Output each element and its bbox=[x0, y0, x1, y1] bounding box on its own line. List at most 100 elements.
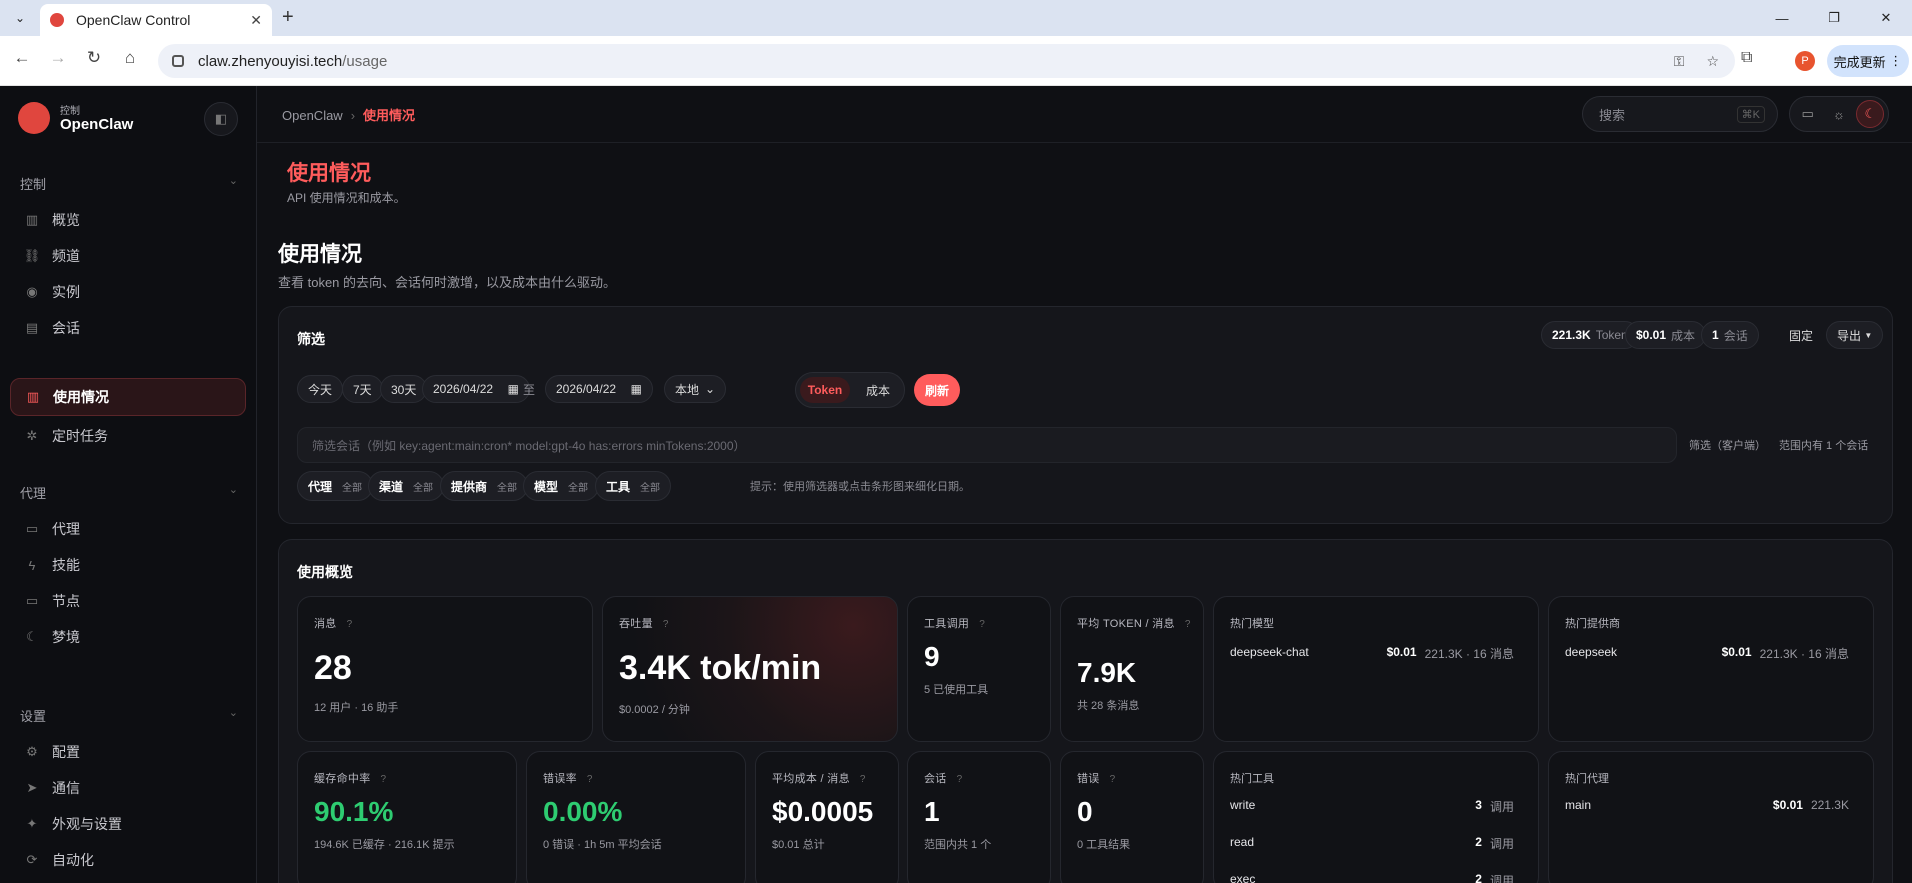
browser-tab[interactable]: OpenClaw Control ✕ bbox=[40, 4, 272, 36]
back-icon[interactable]: ← bbox=[10, 48, 34, 68]
card-sub: 194.6K 已缓存 · 216.1K 提示 bbox=[314, 839, 455, 851]
card-top-tools: 热门工具 write 3 调用 read 2 调用 exec 2 调用 bbox=[1213, 751, 1539, 883]
session-filter-input[interactable]: 筛选会话（例如 key:agent:main:cron* model:gpt-4… bbox=[297, 427, 1677, 463]
timezone-select[interactable]: 本地 ⌄ bbox=[664, 375, 726, 403]
home-icon[interactable]: ⌂ bbox=[118, 48, 142, 68]
sidebar-section-agents[interactable]: 代理 ⌄ bbox=[20, 483, 238, 502]
restore-icon[interactable]: ❐ bbox=[1808, 0, 1860, 36]
password-key-icon[interactable]: ⚿ bbox=[1674, 53, 1685, 70]
sidebar-item-label: 梦境 bbox=[52, 629, 80, 645]
sidebar-item-label: 定时任务 bbox=[52, 428, 108, 444]
card-value: 7.9K bbox=[1077, 657, 1137, 688]
chip-channel[interactable]: 渠道 全部 bbox=[368, 471, 445, 501]
update-button[interactable]: 完成更新 ⋮ bbox=[1827, 45, 1909, 77]
mode-cost-button[interactable]: 成本 bbox=[854, 377, 902, 403]
list-item: write 3 调用 bbox=[1230, 798, 1514, 815]
sidebar-item-config[interactable]: ⚙ 配置 bbox=[10, 733, 246, 771]
sidebar-item-comms[interactable]: ➤ 通信 bbox=[10, 769, 246, 807]
search-placeholder: 搜索 bbox=[1599, 107, 1626, 123]
sidebar-item-instances[interactable]: ◉ 实例 bbox=[10, 273, 246, 311]
tool-count: 2 bbox=[1475, 835, 1482, 849]
sidebar-item-sessions[interactable]: ▤ 会话 bbox=[10, 309, 246, 347]
sidebar-collapse-icon[interactable]: ◧ bbox=[204, 102, 238, 136]
help-icon[interactable]: ? bbox=[381, 774, 387, 785]
caret-down-icon: ▼ bbox=[1864, 330, 1873, 340]
profile-avatar[interactable]: P bbox=[1795, 51, 1815, 71]
mode-token-button[interactable]: Token bbox=[800, 377, 850, 403]
help-icon[interactable]: ? bbox=[1185, 619, 1191, 630]
sidebar-item-nodes[interactable]: ▭ 节点 bbox=[10, 582, 246, 620]
section-title: 使用情况 bbox=[278, 243, 362, 266]
sidebar-section-control[interactable]: 控制 ⌄ bbox=[20, 174, 238, 193]
sun-icon[interactable]: ☼ bbox=[1825, 100, 1853, 128]
refresh-button[interactable]: 刷新 bbox=[914, 374, 960, 406]
tool-count: 2 bbox=[1475, 872, 1482, 883]
overview-panel: 使用概览 消息? 28 12 用户 · 16 助手 吞吐量? 3.4K tok/… bbox=[278, 539, 1893, 883]
card-throughput: 吞吐量? 3.4K tok/min $0.0002 / 分钟 bbox=[602, 596, 898, 742]
breadcrumb: OpenClaw › 使用情况 bbox=[282, 105, 415, 124]
help-icon[interactable]: ? bbox=[587, 774, 593, 785]
preset-7d-button[interactable]: 7天 bbox=[342, 375, 383, 403]
breadcrumb-root[interactable]: OpenClaw bbox=[282, 108, 343, 123]
window-close-icon[interactable]: ✕ bbox=[1860, 0, 1912, 36]
preset-30d-button[interactable]: 30天 bbox=[380, 375, 428, 403]
sidebar-section-settings[interactable]: 设置 ⌄ bbox=[20, 706, 238, 725]
moon-icon[interactable]: ☾ bbox=[1856, 100, 1885, 128]
chip-agent[interactable]: 代理 全部 bbox=[297, 471, 374, 501]
sidebar-item-agents[interactable]: ▭ 代理 bbox=[10, 510, 246, 548]
sidebar-item-automation[interactable]: ⟳ 自动化 bbox=[10, 841, 246, 879]
minimize-icon[interactable]: — bbox=[1756, 0, 1808, 36]
url-host: claw.zhenyouyisi.tech bbox=[198, 52, 343, 70]
extensions-icon[interactable]: ⧉ bbox=[1741, 49, 1752, 67]
card-sub: 12 用户 · 16 助手 bbox=[314, 702, 399, 714]
tab-close-icon[interactable]: ✕ bbox=[250, 12, 262, 29]
card-sub: 0 错误 · 1h 5m 平均会话 bbox=[543, 839, 662, 851]
cost-label: 成本 bbox=[1671, 328, 1696, 343]
card-label: 缓存命中率? bbox=[314, 770, 386, 786]
sidebar-item-appearance[interactable]: ✦ 外观与设置 bbox=[10, 805, 246, 843]
sidebar-item-label: 通信 bbox=[52, 780, 80, 796]
chip-model[interactable]: 模型 全部 bbox=[523, 471, 600, 501]
card-label: 平均 TOKEN / 消息? bbox=[1077, 615, 1197, 634]
forward-icon[interactable]: → bbox=[46, 48, 70, 68]
broadcast-icon: ◉ bbox=[26, 284, 38, 299]
cost-value: $0.01 bbox=[1636, 328, 1667, 342]
pin-button[interactable]: 固定 bbox=[1779, 321, 1823, 349]
monitor-icon[interactable]: ▭ bbox=[1794, 100, 1822, 128]
section-subtitle: 查看 token 的去向、会话何时激增，以及成本由什么驱动。 bbox=[278, 275, 617, 290]
sidebar-item-channels[interactable]: ⛓ 频道 bbox=[10, 237, 246, 275]
bar-chart-icon: ▥ bbox=[25, 212, 39, 227]
new-tab-icon[interactable]: + bbox=[282, 6, 294, 29]
help-icon[interactable]: ? bbox=[663, 619, 669, 630]
openclaw-logo-icon bbox=[18, 102, 50, 134]
card-tool-calls: 工具调用? 9 5 已使用工具 bbox=[907, 596, 1051, 742]
card-top-agents: 热门代理 main $0.01 221.3K bbox=[1548, 751, 1874, 883]
chip-tool[interactable]: 工具 全部 bbox=[595, 471, 672, 501]
sidebar-item-usage[interactable]: ▥ 使用情况 bbox=[10, 378, 246, 416]
search-input[interactable]: 搜索 ⌘K bbox=[1582, 96, 1778, 132]
help-icon[interactable]: ? bbox=[1110, 774, 1116, 785]
date-to-input[interactable]: 2026/04/22 ▦ bbox=[545, 375, 653, 403]
url-field[interactable]: claw.zhenyouyisi.tech/usage ⚿ ☆ bbox=[158, 44, 1735, 78]
help-icon[interactable]: ? bbox=[957, 774, 963, 785]
sidebar-item-overview[interactable]: ▥ 概览 bbox=[10, 201, 246, 239]
agent-name: main bbox=[1565, 798, 1592, 812]
sidebar-item-skills[interactable]: ϟ 技能 bbox=[10, 546, 246, 584]
overview-title: 使用概览 bbox=[297, 564, 353, 580]
model-name: deepseek-chat bbox=[1230, 645, 1309, 659]
sidebar-item-dreams[interactable]: ☾ 梦境 bbox=[10, 618, 246, 656]
bookmark-star-icon[interactable]: ☆ bbox=[1706, 53, 1719, 70]
export-button[interactable]: 导出 ▼ bbox=[1826, 321, 1884, 349]
help-icon[interactable]: ? bbox=[860, 774, 866, 785]
tab-title: OpenClaw Control bbox=[76, 12, 191, 28]
sidebar-item-cron[interactable]: ✲ 定时任务 bbox=[10, 417, 246, 455]
chip-provider[interactable]: 提供商 全部 bbox=[440, 471, 529, 501]
help-icon[interactable]: ? bbox=[979, 619, 985, 630]
reload-icon[interactable]: ↻ bbox=[82, 48, 106, 68]
automation-icon: ⟳ bbox=[26, 852, 38, 867]
preset-today-button[interactable]: 今天 bbox=[297, 375, 344, 403]
card-value: 28 bbox=[314, 649, 352, 687]
tab-search-icon[interactable]: ⌄ bbox=[8, 8, 32, 28]
site-info-icon[interactable] bbox=[172, 55, 184, 67]
help-icon[interactable]: ? bbox=[347, 619, 353, 630]
